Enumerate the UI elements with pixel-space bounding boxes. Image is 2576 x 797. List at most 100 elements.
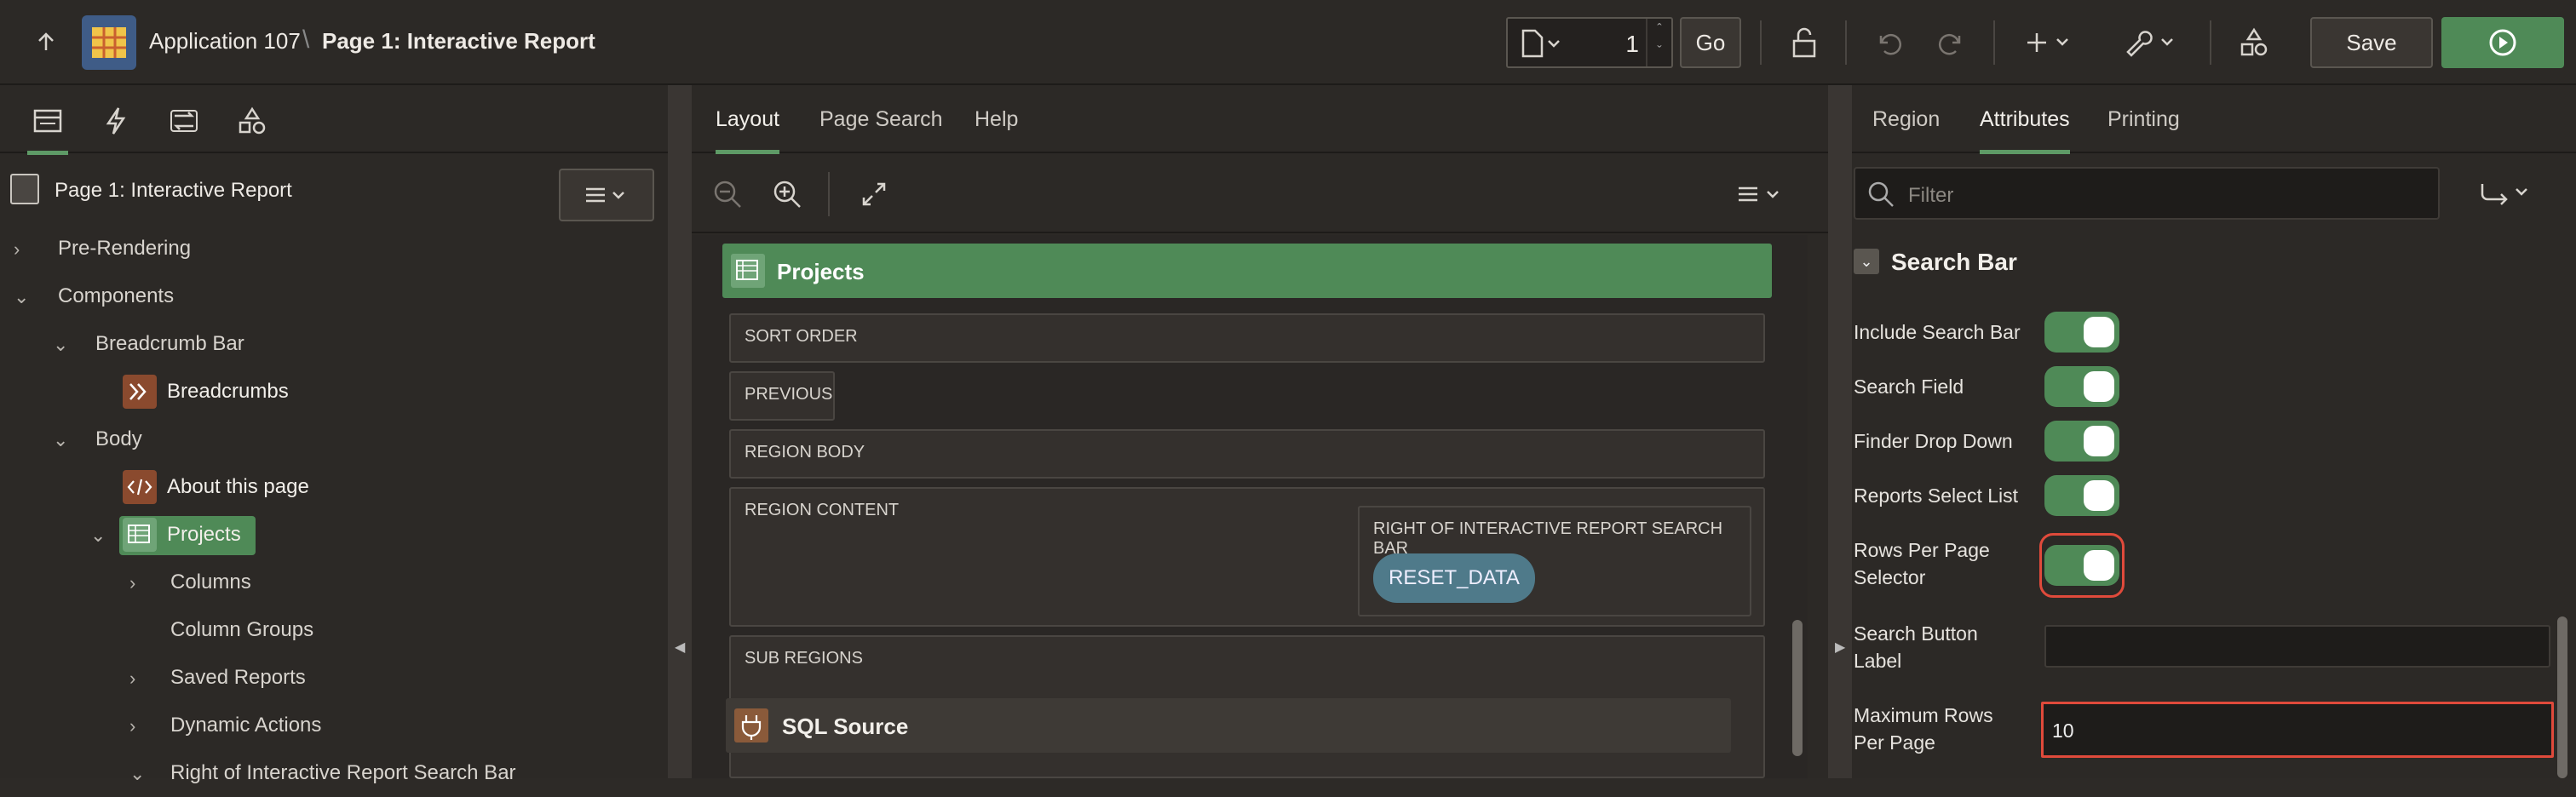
page-icon[interactable] xyxy=(1520,29,1562,58)
tree-node-about-this-page[interactable]: About this page xyxy=(0,463,668,511)
go-button[interactable]: Go xyxy=(1680,17,1741,68)
shared-components-icon[interactable] xyxy=(233,102,271,140)
canvas-scrollbar[interactable] xyxy=(1787,235,1808,778)
chevron-down-icon[interactable]: ⌄ xyxy=(90,525,111,546)
undo-icon[interactable] xyxy=(1866,20,1913,65)
collapse-right-icon[interactable]: ▶ xyxy=(1835,639,1845,655)
tab-help[interactable]: Help xyxy=(975,107,1018,132)
shared-components-icon[interactable] xyxy=(2230,20,2278,65)
slot-label: REGION BODY xyxy=(745,443,865,462)
rows-per-page-selector-toggle[interactable] xyxy=(2044,545,2119,586)
chevron-right-icon[interactable]: › xyxy=(129,715,150,737)
slot-right-of-search-bar[interactable]: RIGHT OF INTERACTIVE REPORT SEARCH BAR R… xyxy=(1358,506,1751,616)
expand-icon[interactable] xyxy=(855,172,893,216)
tree-node-label: Breadcrumbs xyxy=(167,380,289,403)
chevron-down-icon[interactable]: ⌄ xyxy=(129,763,150,784)
tree-node-columns[interactable]: › Columns xyxy=(0,559,668,606)
group-search-bar[interactable]: ⌄ Search Bar xyxy=(1852,235,2576,286)
redo-icon[interactable] xyxy=(1927,20,1975,65)
create-menu-icon[interactable] xyxy=(2021,20,2080,65)
tree-node-breadcrumb-bar[interactable]: ⌄ Breadcrumb Bar xyxy=(0,320,668,368)
tree-node-label: Projects xyxy=(167,523,241,546)
breadcrumb-separator: \ xyxy=(302,26,310,54)
page-icon xyxy=(10,174,39,204)
page-selector[interactable]: 1 ˆˇ xyxy=(1506,17,1673,68)
app-icon[interactable] xyxy=(82,15,136,70)
tree-node-saved-reports[interactable]: › Saved Reports xyxy=(0,654,668,702)
filter-input[interactable]: Filter xyxy=(1854,167,2440,220)
chevron-down-icon[interactable]: ⌄ xyxy=(14,286,34,307)
tree-root[interactable]: Page 1: Interactive Report xyxy=(0,155,668,223)
tree-node-column-groups[interactable]: Column Groups xyxy=(0,606,668,654)
layout-panel: Layout Page Search Help Projects SORT OR… xyxy=(692,85,1828,778)
tree-node-breadcrumbs[interactable]: Breadcrumbs xyxy=(0,368,668,416)
lock-icon[interactable] xyxy=(1780,20,1828,65)
divider xyxy=(2210,20,2211,65)
search-field-toggle[interactable] xyxy=(2044,366,2119,407)
chevron-right-icon[interactable]: › xyxy=(14,238,34,260)
toggle-knob xyxy=(2084,317,2114,347)
reports-select-list-label: Reports Select List xyxy=(1854,485,2019,507)
tree-node-body[interactable]: ⌄ Body xyxy=(0,416,668,463)
lightning-icon[interactable] xyxy=(97,102,135,140)
group-title: Search Bar xyxy=(1891,249,2017,275)
chevron-down-icon[interactable]: ⌄ xyxy=(53,429,73,450)
tree-node-pre-rendering[interactable]: › Pre-Rendering xyxy=(0,225,668,272)
tab-attributes[interactable]: Attributes xyxy=(1980,107,2070,154)
zoom-out-icon[interactable] xyxy=(709,172,746,216)
property-scrollbar[interactable] xyxy=(2557,235,2569,778)
property-editor: Region Attributes Printing Filter ⌄ Sear… xyxy=(1852,85,2576,778)
tree-node-components[interactable]: ⌄ Components xyxy=(0,272,668,320)
chevron-right-icon[interactable]: › xyxy=(129,668,150,689)
chevron-down-icon[interactable]: ⌄ xyxy=(1854,249,1879,274)
scrollbar-thumb[interactable] xyxy=(1792,620,1803,756)
finder-drop-down-toggle[interactable] xyxy=(2044,421,2119,462)
left-splitter[interactable]: ◀ xyxy=(668,85,692,778)
go-to-group-icon[interactable] xyxy=(2453,167,2561,220)
region-projects-header[interactable]: Projects xyxy=(722,244,1772,298)
interactive-report-icon xyxy=(123,518,157,552)
maximum-rows-per-page-input[interactable]: 10 xyxy=(2041,702,2554,758)
tree-node-label: Dynamic Actions xyxy=(170,714,322,737)
right-splitter[interactable]: ▶ xyxy=(1828,85,1852,778)
scrollbar-thumb[interactable] xyxy=(2557,616,2567,778)
slot-region-content[interactable]: REGION CONTENT RIGHT OF INTERACTIVE REPO… xyxy=(729,487,1765,627)
plug-icon xyxy=(734,708,768,743)
reset-data-button[interactable]: RESET_DATA xyxy=(1373,553,1535,603)
slot-region-body[interactable]: REGION BODY xyxy=(729,429,1765,479)
processing-icon[interactable] xyxy=(165,102,203,140)
tree-node-dynamic-actions[interactable]: › Dynamic Actions xyxy=(0,702,668,749)
arrow-up-icon[interactable] xyxy=(26,22,66,63)
tree-node-right-of-search-bar[interactable]: ⌄ Right of Interactive Report Search Bar xyxy=(0,749,668,797)
search-button-label-input[interactable] xyxy=(2044,625,2550,668)
page-number-input[interactable]: 1 xyxy=(1581,31,1649,58)
run-page-button[interactable] xyxy=(2441,17,2564,68)
page-spinner[interactable]: ˆˇ xyxy=(1646,19,1671,66)
collapse-left-icon[interactable]: ◀ xyxy=(675,639,685,655)
layout-menu-icon[interactable] xyxy=(1731,172,1791,216)
tree-menu-button[interactable] xyxy=(559,169,654,221)
zoom-in-icon[interactable] xyxy=(768,172,806,216)
layout-canvas: Projects SORT ORDER PREVIOUS REGION BODY… xyxy=(692,235,1808,778)
rendering-tab-icon[interactable] xyxy=(27,102,68,155)
slot-previous[interactable]: PREVIOUS xyxy=(729,371,835,421)
tab-region[interactable]: Region xyxy=(1872,107,1940,132)
tree-node-projects[interactable]: ⌄ Projects xyxy=(0,511,668,559)
slot-sort-order[interactable]: SORT ORDER xyxy=(729,313,1765,363)
tab-page-search[interactable]: Page Search xyxy=(819,107,943,132)
tab-layout[interactable]: Layout xyxy=(716,107,780,154)
utilities-wrench-icon[interactable] xyxy=(2118,20,2186,65)
slot-label: REGION CONTENT xyxy=(745,501,900,519)
toggle-knob xyxy=(2084,371,2114,402)
app-title[interactable]: Application 107 xyxy=(149,28,301,54)
play-icon xyxy=(2489,29,2516,56)
reports-select-list-toggle[interactable] xyxy=(2044,475,2119,516)
region-sql-source[interactable]: SQL Source xyxy=(726,698,1731,753)
middle-tabs: Layout Page Search Help xyxy=(692,85,1828,154)
finder-drop-down-label: Finder Drop Down xyxy=(1854,430,2013,452)
chevron-right-icon[interactable]: › xyxy=(129,572,150,593)
include-search-bar-toggle[interactable] xyxy=(2044,312,2119,353)
chevron-down-icon[interactable]: ⌄ xyxy=(53,334,73,355)
tab-printing[interactable]: Printing xyxy=(2107,107,2180,132)
save-button[interactable]: Save xyxy=(2310,17,2433,68)
